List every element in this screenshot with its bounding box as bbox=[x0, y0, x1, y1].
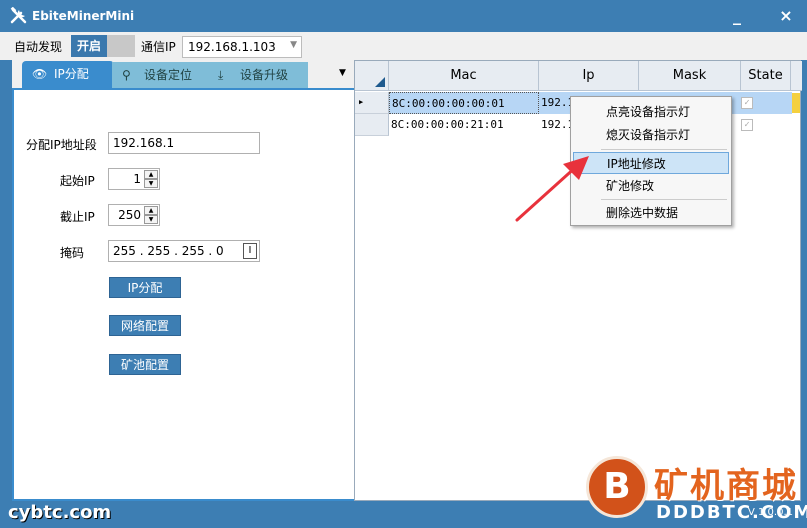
grid-header: Mac Ip Mask State bbox=[355, 61, 802, 91]
mask-label: 掩码 bbox=[60, 246, 85, 260]
download-icon: ⤓ bbox=[218, 68, 224, 82]
row-header[interactable]: ▶ bbox=[355, 92, 389, 114]
menu-item-light-on[interactable]: 点亮设备指示灯 bbox=[573, 101, 729, 123]
select-all-icon bbox=[375, 77, 385, 87]
current-row-icon: ▶ bbox=[359, 98, 364, 106]
tab-label: 设备升级 bbox=[240, 68, 289, 82]
column-mac[interactable]: Mac bbox=[389, 61, 539, 91]
mask-input[interactable]: 255 . 255 . 255 . 0 I bbox=[108, 240, 260, 262]
network-config-button[interactable]: 网络配置 bbox=[109, 315, 181, 336]
row-header[interactable] bbox=[355, 114, 389, 136]
ip-segment-label: 分配IP地址段 bbox=[26, 138, 97, 152]
column-mask[interactable]: Mask bbox=[639, 61, 741, 91]
tab-label: 设备定位 bbox=[144, 68, 193, 82]
ip-segment-input[interactable]: 192.168.1 bbox=[108, 132, 260, 154]
comm-ip-value: 192.168.1.103 bbox=[188, 40, 276, 54]
watermark-brand: 矿机商城 bbox=[654, 466, 798, 506]
top-toolbar: 自动发现 开启 通信IP 192.168.1.103 ▼ bbox=[0, 32, 807, 60]
text-cursor-icon: I bbox=[243, 243, 257, 259]
watermark-text: cybtc.com bbox=[8, 502, 112, 523]
end-ip-label: 截止IP bbox=[60, 210, 95, 224]
toggle-on-label: 开启 bbox=[71, 35, 107, 57]
tab-device-locate[interactable]: ⚲ 设备定位 bbox=[112, 62, 208, 88]
tools-icon bbox=[10, 7, 27, 24]
state-checkbox[interactable]: ✓ bbox=[741, 97, 753, 109]
grid-corner[interactable] bbox=[355, 61, 389, 91]
auto-discover-toggle[interactable]: 开启 bbox=[71, 35, 135, 57]
annotation-arrow-icon bbox=[515, 156, 589, 222]
spin-up-icon[interactable]: ▲ bbox=[144, 170, 158, 179]
spin-down-icon[interactable]: ▼ bbox=[144, 215, 158, 224]
auto-discover-label: 自动发现 bbox=[14, 40, 63, 54]
cell-mac[interactable]: 8C:00:00:00:00:01 bbox=[389, 92, 539, 114]
row-end-marker bbox=[792, 93, 800, 113]
tab-overflow-icon[interactable]: ▼ bbox=[339, 68, 346, 78]
close-button[interactable]: × bbox=[777, 6, 795, 26]
start-ip-value: 1 bbox=[133, 172, 141, 186]
state-checkbox[interactable]: ✓ bbox=[741, 119, 753, 131]
column-state[interactable]: State bbox=[741, 61, 791, 91]
comm-ip-select[interactable]: 192.168.1.103 ▼ bbox=[182, 36, 302, 58]
tab-label: IP分配 bbox=[54, 67, 89, 81]
start-ip-stepper[interactable]: 1 ▲ ▼ bbox=[108, 168, 160, 190]
minimize-button[interactable]: _ bbox=[729, 6, 745, 26]
chevron-down-icon[interactable]: ▼ bbox=[290, 40, 297, 50]
menu-item-light-off[interactable]: 熄灭设备指示灯 bbox=[573, 124, 729, 146]
title-bar: EbiteMinerMini _ × bbox=[0, 0, 807, 32]
cell-ip[interactable]: 192.1 bbox=[539, 92, 571, 114]
ip-assign-button[interactable]: IP分配 bbox=[109, 277, 181, 298]
menu-separator bbox=[601, 199, 727, 200]
pool-config-button[interactable]: 矿池配置 bbox=[109, 354, 181, 375]
menu-separator bbox=[601, 149, 727, 150]
version-label: V 1.0.0.1 bbox=[748, 507, 794, 518]
menu-item-delete-selected[interactable]: 删除选中数据 bbox=[573, 202, 729, 224]
logo-letter: B bbox=[603, 466, 631, 507]
window-title: EbiteMinerMini bbox=[32, 9, 135, 23]
mask-value: 255 . 255 . 255 . 0 bbox=[113, 244, 224, 258]
start-ip-label: 起始IP bbox=[60, 174, 95, 188]
ip-assign-panel: 分配IP地址段 192.168.1 起始IP 1 ▲ ▼ 截止IP 250 ▲ … bbox=[12, 88, 356, 501]
left-panel: 👁 IP分配 ⚲ 设备定位 ⤓ 设备升级 ▼ 分配IP地址段 192.168.1… bbox=[12, 60, 356, 501]
cell-ip[interactable]: 192.1 bbox=[539, 114, 571, 136]
eye-icon: 👁 bbox=[32, 67, 48, 81]
menu-item-pool-modify[interactable]: 矿池修改 bbox=[573, 175, 729, 197]
tab-strip: 👁 IP分配 ⚲ 设备定位 ⤓ 设备升级 ▼ bbox=[12, 60, 356, 88]
comm-ip-label: 通信IP bbox=[141, 40, 176, 54]
cell-mac[interactable]: 8C:00:00:00:21:01 bbox=[389, 114, 539, 136]
location-pin-icon: ⚲ bbox=[122, 68, 131, 82]
bitcoin-logo-icon: B bbox=[586, 456, 648, 518]
spin-up-icon[interactable]: ▲ bbox=[144, 206, 158, 215]
end-ip-stepper[interactable]: 250 ▲ ▼ bbox=[108, 204, 160, 226]
tab-ip-assign[interactable]: 👁 IP分配 bbox=[22, 61, 114, 88]
spin-down-icon[interactable]: ▼ bbox=[144, 179, 158, 188]
menu-item-ip-modify[interactable]: IP地址修改 bbox=[573, 152, 729, 174]
end-ip-value: 250 bbox=[118, 208, 141, 222]
column-ip[interactable]: Ip bbox=[539, 61, 639, 91]
tab-device-upgrade[interactable]: ⤓ 设备升级 bbox=[208, 62, 308, 88]
